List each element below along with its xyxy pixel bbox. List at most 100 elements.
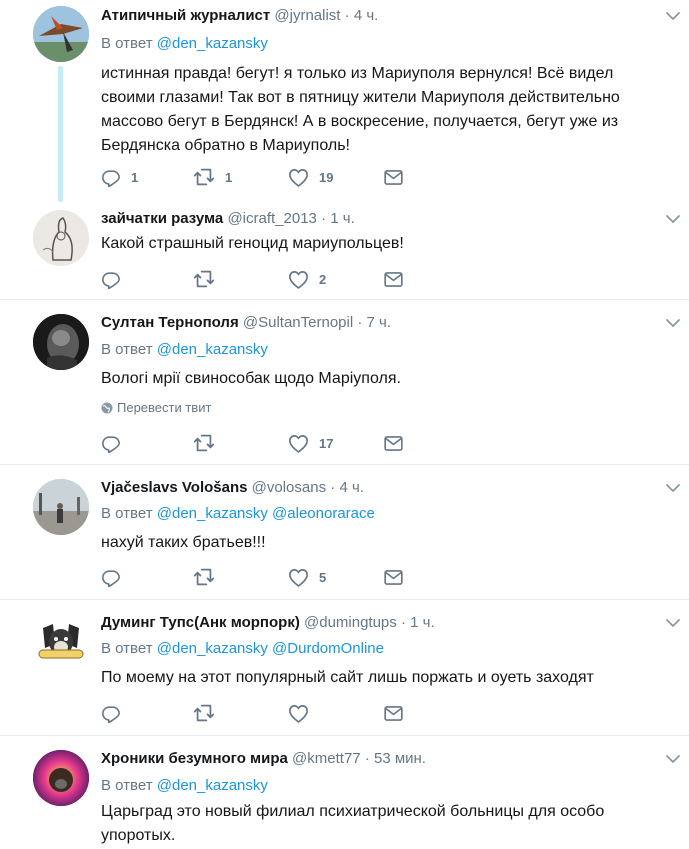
author-name[interactable]: Хроники безумного мира — [101, 750, 288, 767]
avatar[interactable] — [33, 479, 89, 535]
chevron-down-icon[interactable] — [665, 317, 681, 329]
author-handle[interactable]: @volosans — [252, 479, 326, 496]
author-handle[interactable]: @kmett77 — [292, 750, 361, 767]
author-handle[interactable]: @jyrnalist — [274, 7, 340, 24]
timestamp[interactable]: 4 ч. — [354, 7, 379, 24]
message-button[interactable] — [383, 166, 404, 188]
globe-icon — [101, 402, 113, 414]
translate-link[interactable]: Перевести твит — [101, 400, 211, 416]
tweet-zaychatki[interactable]: зайчатки разума @icraft_2013 · 1 ч. Како… — [0, 200, 689, 300]
like-count: 2 — [319, 271, 327, 287]
retweet-button[interactable] — [193, 566, 225, 588]
message-button[interactable] — [383, 702, 404, 724]
author-name[interactable]: Думинг Тупс(Анк морпорк) — [101, 614, 300, 631]
like-button[interactable]: 5 — [288, 566, 326, 588]
envelope-icon — [383, 567, 404, 588]
retweet-icon — [193, 566, 215, 588]
envelope-icon — [383, 703, 404, 724]
separator-dot: · — [330, 479, 336, 496]
reply-context: В ответ @den_kazansky — [101, 340, 268, 360]
reply-icon — [101, 567, 121, 587]
tweet-atipichny[interactable]: Атипичный журналист @jyrnalist · 4 ч. В … — [0, 0, 689, 202]
like-count: 17 — [319, 435, 334, 451]
author-handle[interactable]: @SultanTernopil — [243, 314, 353, 331]
retweet-button[interactable]: 1 — [193, 166, 232, 188]
like-button[interactable]: 19 — [288, 166, 333, 188]
reply-context: В ответ @den_kazansky — [101, 34, 268, 54]
author-name[interactable]: зайчатки разума — [101, 210, 223, 227]
reply-context: В ответ @den_kazansky — [101, 776, 268, 796]
message-button[interactable] — [383, 566, 404, 588]
reply-mention[interactable]: @den_kazansky — [157, 777, 268, 794]
like-count: 5 — [319, 569, 327, 585]
reply-mention[interactable]: @den_kazansky — [157, 505, 268, 522]
like-count: 19 — [319, 169, 334, 185]
reply-button[interactable] — [101, 432, 131, 454]
retweet-icon — [193, 432, 215, 454]
reply-icon — [101, 433, 121, 453]
author-handle[interactable]: @dumingtups — [304, 614, 397, 631]
reply-prefix: В ответ — [101, 341, 153, 358]
retweet-icon — [193, 166, 215, 188]
separator-dot: · — [344, 7, 350, 24]
separator-dot: · — [400, 614, 406, 631]
timestamp[interactable]: 7 ч. — [367, 314, 392, 331]
retweet-icon — [193, 702, 215, 724]
tweet-volosans[interactable]: Vjačeslavs Vološans @volosans · 4 ч. В о… — [0, 465, 689, 600]
author-handle[interactable]: @icraft_2013 — [227, 210, 316, 227]
reply-button[interactable] — [101, 702, 131, 724]
author-name[interactable]: Vjačeslavs Vološans — [101, 479, 247, 496]
avatar[interactable] — [33, 750, 89, 806]
tweet-text: нахуй таких братьев!!! — [101, 534, 266, 551]
avatar[interactable] — [33, 314, 89, 370]
reply-button[interactable] — [101, 268, 131, 290]
retweet-icon — [193, 268, 215, 290]
retweet-button[interactable] — [193, 268, 225, 290]
reply-button[interactable]: 1 — [101, 166, 138, 188]
chevron-down-icon[interactable] — [665, 482, 681, 494]
heart-icon — [288, 703, 309, 724]
separator-dot: · — [364, 750, 370, 767]
reply-button[interactable] — [101, 566, 131, 588]
retweet-button[interactable] — [193, 702, 225, 724]
reply-icon — [101, 269, 121, 289]
reply-mention[interactable]: @den_kazansky — [157, 640, 268, 657]
tweet-dumingtups[interactable]: Думинг Тупс(Анк морпорк) @dumingtups · 1… — [0, 600, 689, 736]
timestamp[interactable]: 1 ч. — [410, 614, 435, 631]
avatar[interactable] — [33, 210, 89, 266]
separator-dot: · — [321, 210, 327, 227]
like-button[interactable] — [288, 702, 319, 724]
reply-mention[interactable]: @aleonorarace — [272, 505, 375, 522]
tweet-text: Вологі мрії свинособак щодо Маріуполя. — [101, 370, 401, 387]
author-name[interactable]: Атипичный журналист — [101, 7, 270, 24]
chevron-down-icon[interactable] — [665, 213, 681, 225]
reply-mention[interactable]: @den_kazansky — [157, 35, 268, 52]
author-name[interactable]: Султан Тернополя — [101, 314, 239, 331]
reply-mention[interactable]: @den_kazansky — [157, 341, 268, 358]
timestamp[interactable]: 4 ч. — [339, 479, 364, 496]
reply-context: В ответ @den_kazansky @aleonorarace — [101, 504, 375, 524]
heart-icon — [288, 167, 309, 188]
tweet-sultan[interactable]: Султан Тернополя @SultanTernopil · 7 ч. … — [0, 300, 689, 465]
timestamp[interactable]: 53 мин. — [374, 750, 426, 767]
chevron-down-icon[interactable] — [665, 753, 681, 765]
message-button[interactable] — [383, 432, 404, 454]
avatar[interactable] — [33, 6, 89, 62]
retweet-button[interactable] — [193, 432, 225, 454]
like-button[interactable]: 2 — [288, 268, 326, 290]
chevron-down-icon[interactable] — [665, 10, 681, 22]
timestamp[interactable]: 1 ч. — [330, 210, 355, 227]
chevron-down-icon[interactable] — [665, 617, 681, 629]
tweet-text: Царьград это новый филиал психиатрическо… — [101, 803, 605, 844]
avatar[interactable] — [33, 614, 89, 670]
reply-mention[interactable]: @DurdomOnline — [272, 640, 384, 657]
retweet-count: 1 — [225, 169, 233, 185]
thread-line — [58, 66, 63, 202]
reply-prefix: В ответ — [101, 640, 153, 657]
message-button[interactable] — [383, 268, 404, 290]
envelope-icon — [383, 167, 404, 188]
reply-context: В ответ @den_kazansky @DurdomOnline — [101, 639, 384, 659]
reply-icon — [101, 167, 121, 187]
tweet-kmett[interactable]: Хроники безумного мира @kmett77 · 53 мин… — [0, 736, 689, 849]
like-button[interactable]: 17 — [288, 432, 333, 454]
